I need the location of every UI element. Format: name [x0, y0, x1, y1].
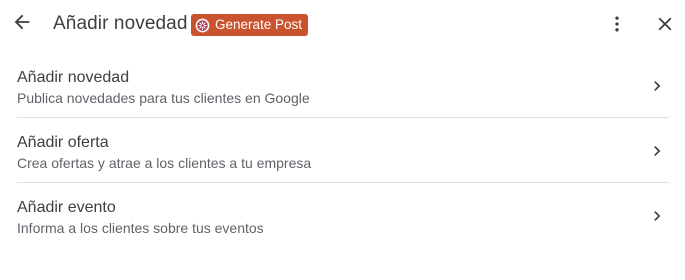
dialog-header: Añadir novedad Generate Post [0, 0, 685, 52]
page-title: Añadir novedad [53, 13, 188, 34]
list-item-subtitle: Publica novedades para tus clientes en G… [17, 90, 310, 106]
brand-logo-icon [195, 18, 210, 33]
list-item-add-event[interactable]: Añadir evento Informa a los clientes sob… [17, 183, 669, 248]
more-vert-icon [607, 13, 627, 40]
list-item-title: Añadir evento [17, 199, 116, 216]
more-options-button[interactable] [605, 12, 629, 40]
arrow-back-icon [11, 11, 33, 38]
list-item-subtitle: Informa a los clientes sobre tus eventos [17, 220, 264, 236]
list-item-add-offer[interactable]: Añadir oferta Crea ofertas y atrae a los… [17, 118, 669, 183]
list-item-title: Añadir novedad [17, 69, 130, 86]
list-item-title: Añadir oferta [17, 134, 109, 151]
close-icon [654, 13, 676, 40]
list-item-add-update[interactable]: Añadir novedad Publica novedades para tu… [17, 53, 669, 118]
chevron-right-icon [647, 140, 667, 162]
chevron-right-icon [647, 75, 667, 97]
generate-post-label: Generate Post [215, 17, 303, 32]
close-button[interactable] [652, 12, 678, 40]
back-button[interactable] [8, 10, 36, 38]
generate-post-button[interactable]: Generate Post [191, 14, 309, 36]
list-item-subtitle: Crea ofertas y atrae a los clientes a tu… [17, 155, 312, 171]
post-type-list: Añadir novedad Publica novedades para tu… [0, 53, 685, 248]
chevron-right-icon [647, 205, 667, 227]
